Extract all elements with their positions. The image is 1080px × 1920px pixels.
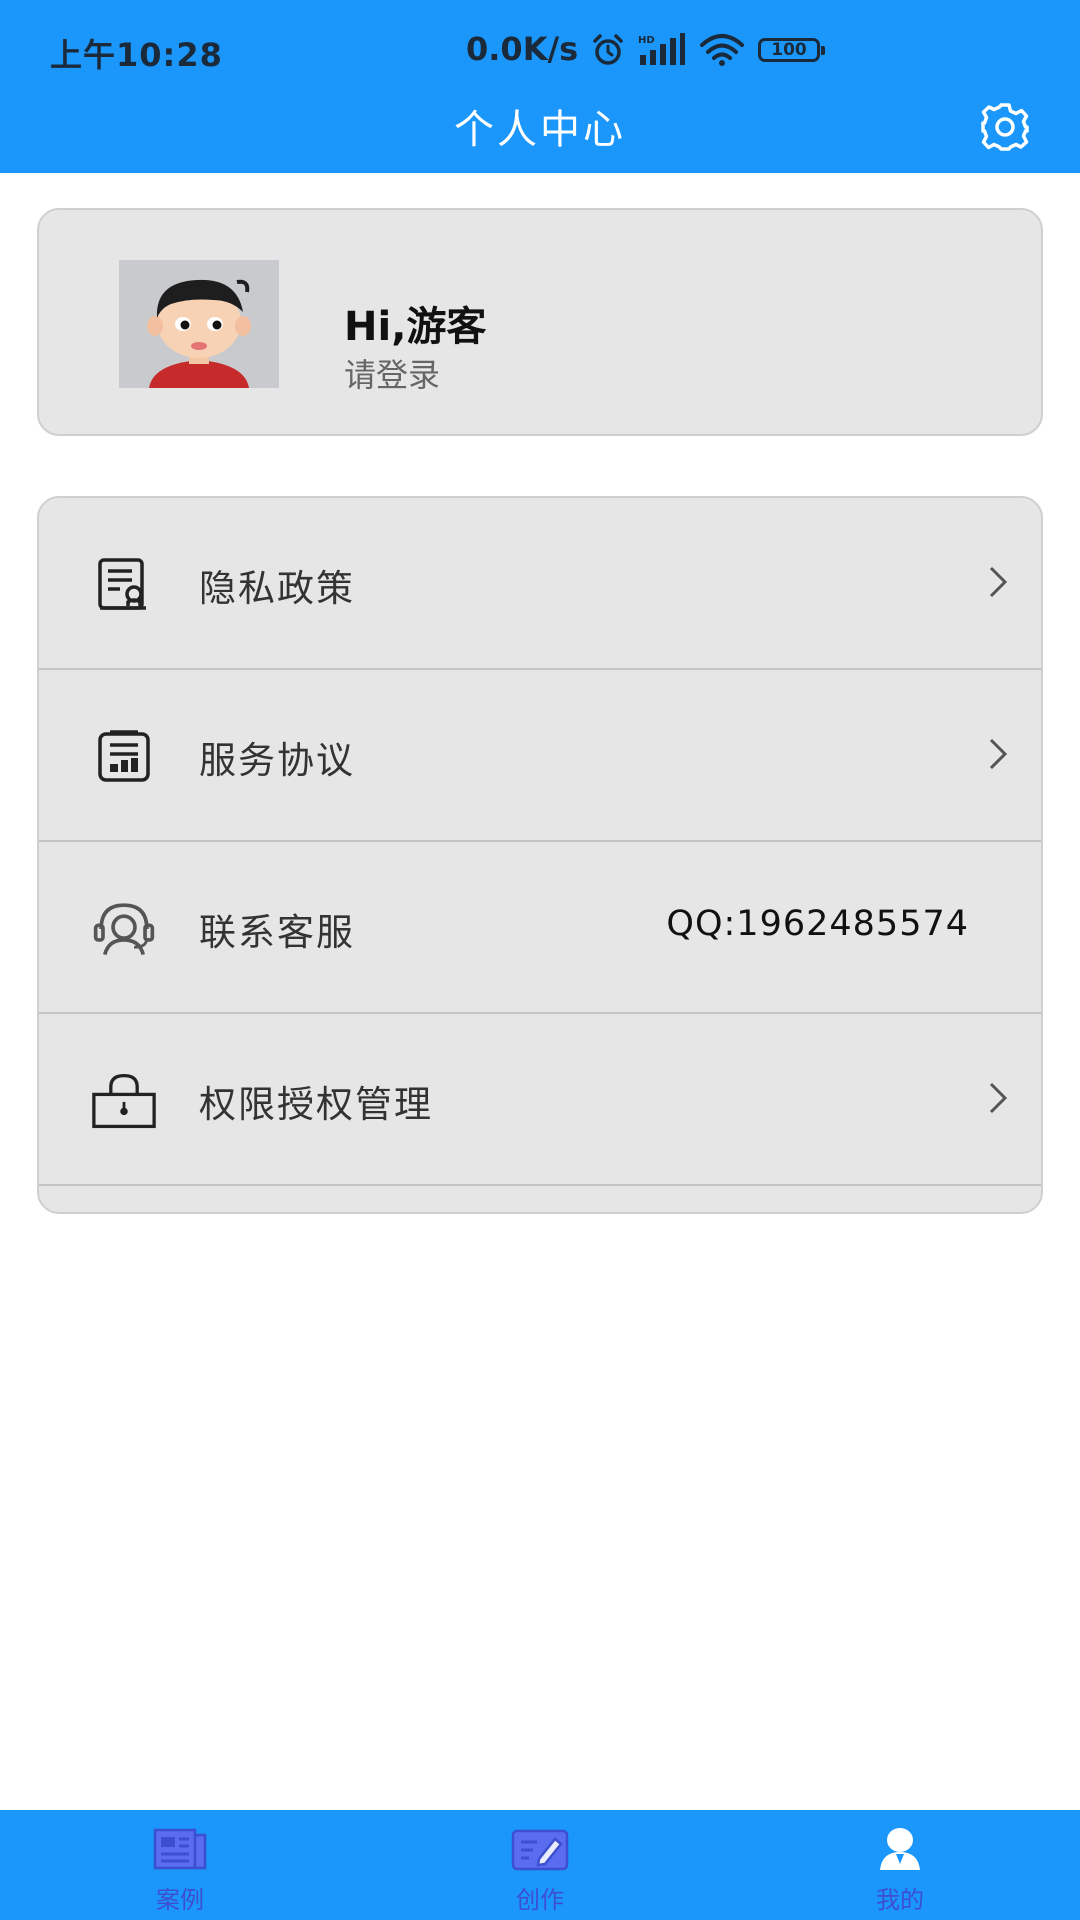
svg-text:HD: HD [638,35,655,46]
menu-item-service-agreement[interactable]: 服务协议 [39,670,1041,842]
tab-label: 创作 [516,1886,564,1914]
news-icon [150,1824,210,1874]
menu-item-label: 联系客服 [199,911,355,954]
tab-label: 案例 [156,1886,204,1914]
network-speed: 0.0K/s [466,30,579,68]
greeting-text: Hi,游客 [344,304,487,350]
menu-card: 隐私政策 服务协议 联系客服 QQ:1962485574 权限授权管理 [37,496,1043,1214]
edit-icon [510,1824,570,1874]
privacy-document-icon [92,555,156,615]
page-title: 个人中心 [454,107,626,153]
chevron-right-icon [987,562,1011,602]
menu-item-customer-service[interactable]: 联系客服 QQ:1962485574 [39,842,1041,1014]
customer-service-icon [92,899,156,959]
lock-icon [92,1071,156,1131]
menu-item-permission-management[interactable]: 权限授权管理 [39,1014,1041,1186]
top-header: 上午10:28 0.0K/s HD 100 个人中心 [0,0,1080,173]
chevron-right-icon [987,1078,1011,1118]
status-bar: 上午10:28 0.0K/s HD 100 [0,0,1080,100]
wifi-icon [698,33,746,67]
status-icons: HD 100 [590,30,825,70]
alarm-icon [590,32,626,68]
profile-page: 上午10:28 0.0K/s HD 100 个人中心 Hi,游客 请登录 隐私政… [0,0,1080,1920]
menu-item-label: 权限授权管理 [199,1083,433,1126]
bottom-tab-bar: 案例 创作 我的 [0,1810,1080,1920]
menu-item-privacy-policy[interactable]: 隐私政策 [39,498,1041,670]
tab-create[interactable]: 创作 [440,1810,640,1920]
gear-icon [981,103,1029,151]
qq-number: QQ:1962485574 [666,904,969,944]
status-time: 上午10:28 [50,36,223,74]
user-icon [870,1824,930,1874]
battery-icon: 100 [758,38,825,62]
settings-button[interactable] [978,100,1032,154]
avatar[interactable] [119,260,279,388]
login-hint[interactable]: 请登录 [344,350,440,396]
menu-item-label: 服务协议 [199,739,355,782]
chevron-right-icon [987,734,1011,774]
tab-cases[interactable]: 案例 [80,1810,280,1920]
tab-label: 我的 [876,1886,924,1914]
service-agreement-icon [92,727,156,787]
menu-item-label: 隐私政策 [199,567,355,610]
tab-mine[interactable]: 我的 [800,1810,1000,1920]
profile-card[interactable]: Hi,游客 请登录 [37,208,1043,436]
hd-signal-icon: HD [638,33,686,67]
